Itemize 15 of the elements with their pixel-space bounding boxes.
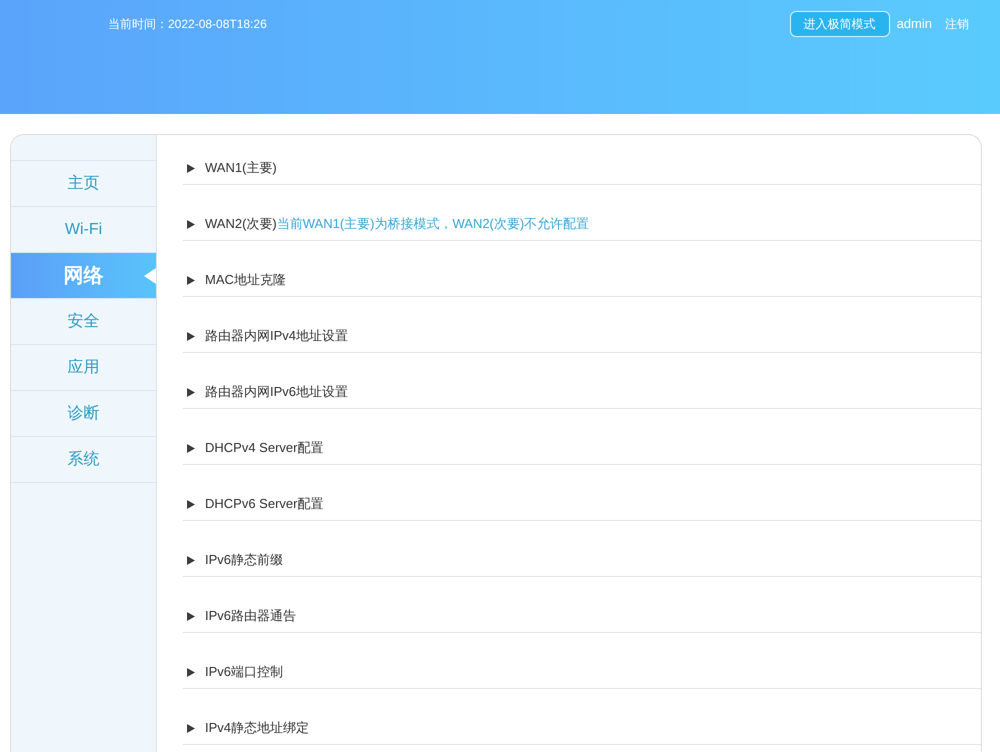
caret-icon [144, 268, 156, 284]
section-toggle[interactable]: WAN1(主要) [183, 159, 277, 177]
current-time-text: 当前时间：2022-08-08T18:26 [108, 16, 267, 32]
config-warning-text: 当前WAN1(主要)为桥接模式，WAN2(次要)不允许配置 [276, 215, 590, 233]
section-toggle[interactable]: DHCPv6 Server配置 [183, 495, 324, 513]
username-text: admin [896, 15, 932, 34]
section-toggle[interactable]: 路由器内网IPv6地址设置 [183, 383, 348, 401]
section-toggle[interactable]: DHCPv4 Server配置 [183, 439, 324, 457]
section-toggle[interactable]: IPv6路由器通告 [183, 607, 296, 625]
section-toggle[interactable]: IPv6端口控制 [183, 663, 284, 681]
section-toggle[interactable]: IPv4静态地址绑定 [183, 719, 310, 737]
section-toggle[interactable]: MAC地址克隆 [183, 271, 286, 289]
section-toggle[interactable]: WAN2(次要) [183, 215, 277, 233]
section-toggle[interactable]: IPv6静态前缀 [183, 551, 284, 569]
section-toggle[interactable]: 路由器内网IPv4地址设置 [183, 327, 348, 345]
